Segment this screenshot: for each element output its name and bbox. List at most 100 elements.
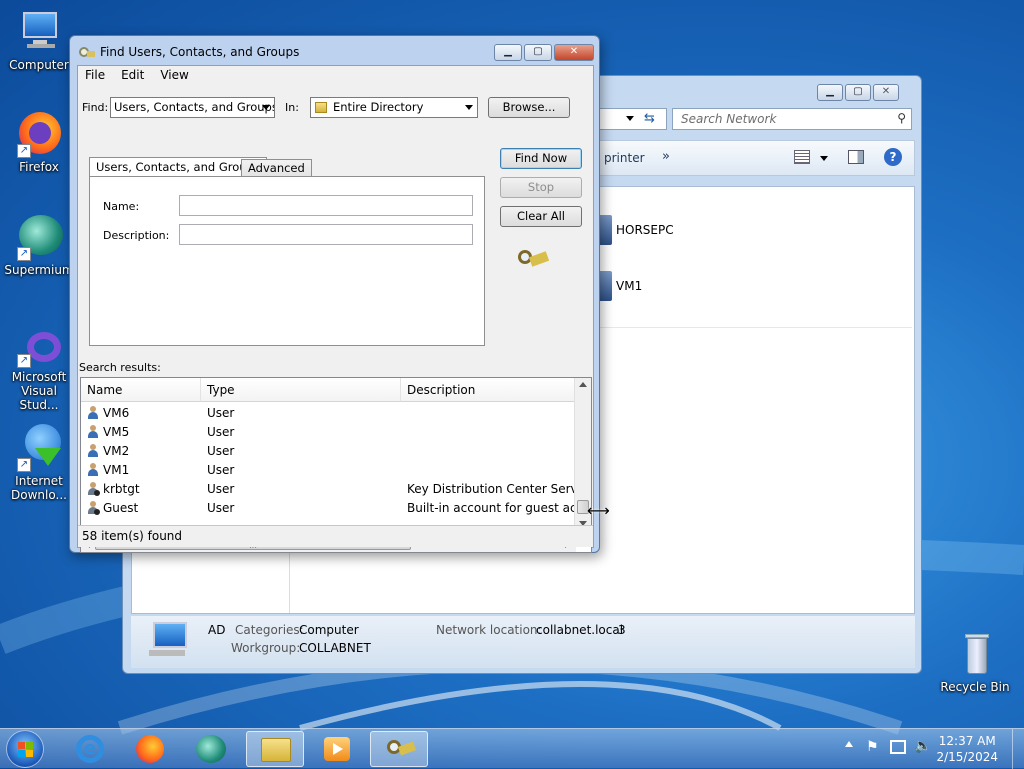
table-row[interactable]: VM2 User [81,442,576,461]
maximize-button[interactable]: ▢ [524,44,552,61]
minimize-button[interactable]: ▁ [817,84,843,101]
minimize-button[interactable]: ▁ [494,44,522,61]
table-row[interactable]: Guest User Built-in account for guest ac… [81,499,576,518]
table-row[interactable]: VM1 User [81,461,576,480]
add-printer-button[interactable]: printer [604,151,645,165]
row-name: VM1 [103,463,130,477]
row-type: User [207,406,235,420]
table-row[interactable]: VM5 User [81,423,576,442]
shortcut-arrow-icon: ↗ [17,458,31,472]
details-workgroup-value: COLLABNET [299,641,371,655]
details-name: AD [208,623,226,637]
desktop-icon-visual-studio[interactable]: ↗ Microsoft Visual Stud... [1,330,77,412]
in-location-select[interactable]: Entire Directory [310,97,478,118]
firefox-icon: ↗ [15,110,63,158]
details-pane: AD Categories: Computer Workgroup: COLLA… [131,616,915,668]
taskbar-firefox[interactable] [122,731,180,767]
desktop-icon-label: Visual Stud... [19,384,59,412]
search-placeholder: Search Network [681,112,777,126]
supermium-icon: ↗ [15,213,63,261]
menu-file[interactable]: File [85,66,105,84]
network-item-label: HORSEPC [616,223,674,237]
taskbar-media-player[interactable] [308,731,366,767]
taskbar-supermium[interactable] [183,731,241,767]
action-center-flag-icon[interactable]: ⚑ [866,739,879,755]
details-categories-value: Computer [299,623,359,637]
desktop-icon-firefox[interactable]: ↗ Firefox [1,110,77,174]
visual-studio-icon: ↗ [15,330,63,368]
taskbar-find-users[interactable] [370,731,428,767]
desktop-icon-label: Firefox [19,160,59,174]
view-options-icon[interactable] [794,150,810,164]
network-icon[interactable] [890,740,906,754]
find-type-select[interactable]: Users, Contacts, and Groups [110,97,275,118]
network-item-label: VM1 [616,279,643,293]
in-label: In: [285,101,299,114]
explorer-window-controls: ▁ ▢ ✕ [817,84,899,101]
tab-advanced[interactable]: Advanced [241,159,312,177]
taskbar-internet-explorer[interactable]: e [62,731,120,767]
close-button[interactable]: ✕ [873,84,899,101]
refresh-icon[interactable]: ⇆ [644,111,655,126]
desktop-icon-label: Internet [15,474,63,488]
preview-pane-icon[interactable] [848,150,864,164]
show-desktop-button[interactable] [1012,729,1024,769]
row-name: Guest [103,501,139,515]
folder-icon [261,738,291,762]
internet-explorer-icon: e [76,735,104,763]
name-label: Name: [103,200,140,213]
show-hidden-icons-button[interactable] [845,741,853,747]
desktop-icon-computer[interactable]: Computer [1,8,77,72]
user-icon [87,406,99,420]
scroll-up-icon[interactable] [579,382,587,387]
find-users-dialog[interactable]: Find Users, Contacts, and Groups ▁ ▢ ✕ F… [69,35,600,553]
row-type: User [207,463,235,477]
clear-all-button[interactable]: Clear All [500,206,582,227]
close-button[interactable]: ✕ [554,44,594,61]
find-type-value: Users, Contacts, and Groups [114,100,275,114]
menu-view[interactable]: View [160,66,188,84]
system-clock[interactable]: 12:37 AM 2/15/2024 [936,733,998,765]
table-row[interactable]: VM6 User [81,404,576,423]
search-results-label: Search results: [79,361,161,374]
in-location-value: Entire Directory [333,100,424,114]
internet-download-icon: ↗ [15,424,63,472]
find-now-button[interactable]: Find Now [500,148,582,169]
find-label: Find: [82,101,109,114]
maximize-button[interactable]: ▢ [845,84,871,101]
taskbar-explorer[interactable] [246,731,304,767]
column-header-description[interactable]: Description [401,378,576,402]
toolbar-more-button[interactable]: » [662,149,670,164]
desktop-icon-supermium[interactable]: ↗ Supermium [1,213,77,277]
address-dropdown-icon[interactable] [626,116,634,121]
find-users-icon [385,736,417,764]
column-header-type[interactable]: Type [201,378,401,402]
media-player-icon [324,737,350,761]
view-dropdown-icon[interactable] [820,156,828,161]
chevron-down-icon [262,105,270,110]
clock-time: 12:37 AM [938,734,996,748]
stop-button[interactable]: Stop [500,177,582,198]
menu-edit[interactable]: Edit [121,66,144,84]
desktop-icon-recycle-bin[interactable]: Recycle Bin [937,630,1013,694]
dialog-window-controls: ▁ ▢ ✕ [494,44,594,61]
address-bar[interactable]: ⇆ [595,108,667,130]
name-input[interactable] [179,195,473,216]
resize-cursor-icon: ⟷ [587,501,610,520]
browse-button[interactable]: Browse... [488,97,570,118]
table-row[interactable]: krbtgt User Key Distribution Center Serv… [81,480,576,499]
menu-bar: File Edit View [78,66,189,84]
desktop-icon-internet-download[interactable]: ↗ Internet Downlo... [1,424,77,502]
start-button[interactable] [6,730,44,768]
column-header-name[interactable]: Name [81,378,201,402]
description-input[interactable] [179,224,473,245]
computer-icon [149,622,189,656]
search-network-input[interactable]: Search Network ⚲ [672,108,912,130]
row-description: Key Distribution Center Service A [407,482,576,496]
help-icon[interactable]: ? [884,148,902,166]
volume-muted-icon[interactable]: 🔈 [914,738,931,754]
details-network-extra: 3 [618,623,626,637]
firefox-icon [136,735,164,763]
shortcut-arrow-icon: ↗ [17,354,31,368]
recycle-bin-icon [951,630,999,678]
